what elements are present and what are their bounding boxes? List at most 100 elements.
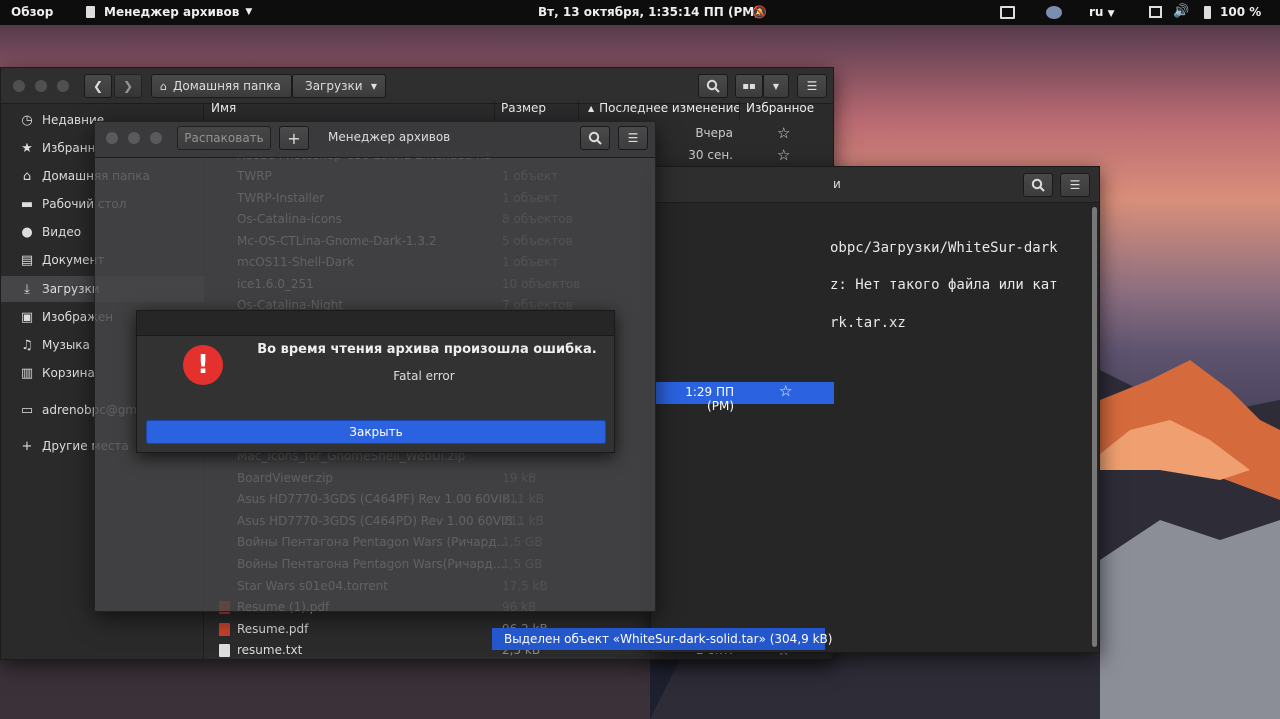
- home-icon: ⌂: [160, 79, 167, 93]
- terminal-headerbar: и ☰: [651, 167, 1099, 203]
- app-menu-label: Менеджер архивов: [104, 5, 240, 19]
- maximize-window-button[interactable]: [150, 132, 162, 144]
- music-icon: ♫: [21, 337, 33, 353]
- plus-icon: +: [287, 128, 301, 148]
- sidebar-item-label: Музыка: [42, 338, 90, 352]
- breadcrumb-home[interactable]: ⌂ Домашняя папка: [151, 74, 292, 98]
- drive-icon: ▭: [20, 402, 34, 418]
- file-name: resume.txt: [237, 643, 303, 658]
- star-icon[interactable]: ☆: [779, 382, 792, 400]
- terminal-menu-button[interactable]: ☰: [1060, 173, 1090, 197]
- chevron-left-icon: ❮: [92, 79, 104, 93]
- terminal-line: rk.tar.xz: [830, 315, 906, 331]
- activities-button[interactable]: Обзор: [11, 5, 53, 19]
- column-name[interactable]: Имя: [211, 101, 236, 123]
- hamburger-icon: ☰: [1069, 178, 1081, 192]
- chevron-right-icon: ❯: [122, 79, 134, 93]
- sidebar-item-label: Видео: [42, 225, 82, 239]
- column-divider: [494, 101, 495, 120]
- search-button[interactable]: [698, 74, 728, 98]
- minimize-window-button[interactable]: [128, 132, 140, 144]
- plus-icon: +: [21, 438, 33, 454]
- app-menu[interactable]: Менеджер архивов ▼: [86, 5, 252, 19]
- grid-icon: ▪▪: [742, 80, 756, 92]
- column-starred[interactable]: Избранное: [746, 101, 814, 123]
- column-divider: [739, 101, 740, 120]
- column-modified-label: Последнее изменение: [599, 101, 741, 115]
- terminal-scrollbar[interactable]: [1092, 207, 1097, 647]
- battery-icon[interactable]: [1204, 6, 1211, 19]
- battery-percent: 100 %: [1220, 5, 1262, 19]
- view-grid-button[interactable]: ▪▪: [735, 74, 763, 98]
- sidebar-item-label: Корзина: [42, 366, 95, 380]
- volume-icon[interactable]: 🔊: [1173, 4, 1189, 19]
- star-icon[interactable]: ☆: [777, 146, 790, 164]
- archive-headerbar: Распаковать + Менеджер архивов ☰: [95, 122, 655, 158]
- dialog-titlebar: [137, 311, 614, 336]
- image-icon: ▣: [20, 309, 34, 325]
- add-files-button[interactable]: +: [279, 126, 309, 150]
- hamburger-icon: ☰: [806, 79, 818, 93]
- extract-button[interactable]: Распаковать: [177, 126, 271, 150]
- network-icon[interactable]: [1149, 6, 1162, 18]
- text-file-icon: [219, 644, 230, 658]
- terminal-search-button[interactable]: [1023, 173, 1053, 197]
- column-divider: [578, 101, 579, 120]
- terminal-line: obpc/Загрузки/WhiteSur-dark: [830, 240, 1058, 256]
- forward-button[interactable]: ❯: [114, 74, 142, 98]
- sidebar-item-label: Загрузки: [42, 282, 100, 296]
- screenshot-icon[interactable]: [1000, 6, 1015, 19]
- download-icon: ⤓: [24, 281, 30, 297]
- home-icon: ⌂: [22, 168, 32, 184]
- view-options-button[interactable]: ▼: [763, 74, 789, 98]
- keyboard-layout-label: ru: [1089, 5, 1104, 19]
- minimize-window-button[interactable]: [35, 80, 47, 92]
- search-icon: [706, 79, 720, 93]
- column-size[interactable]: Размер: [501, 101, 546, 123]
- search-icon: [1031, 178, 1045, 192]
- desktop-icon: ▬: [20, 196, 34, 212]
- clock[interactable]: Вт, 13 октября, 1:35:14 ПП (PM): [538, 5, 760, 19]
- maximize-window-button[interactable]: [57, 80, 69, 92]
- sidebar-item-label: Избранн: [42, 141, 96, 155]
- notifications-off-icon: 🔕: [752, 5, 767, 19]
- breadcrumb-current-label: Загрузки: [305, 79, 363, 93]
- close-dialog-button[interactable]: Закрыть: [146, 420, 606, 444]
- pdf-file-icon: [219, 622, 230, 636]
- search-icon: [588, 131, 602, 145]
- dialog-message: Fatal error: [393, 369, 455, 383]
- top-panel: Обзор Менеджер архивов ▼ Вт, 13 октября,…: [0, 0, 1280, 25]
- chevron-down-icon: ▼: [1107, 9, 1115, 19]
- file-name: Resume.pdf: [237, 621, 309, 636]
- extract-button-label: Распаковать: [184, 131, 264, 145]
- column-modified[interactable]: ▲ Последнее изменение: [588, 101, 741, 123]
- archive-title: Менеджер архивов: [328, 130, 451, 144]
- close-window-button[interactable]: [13, 80, 25, 92]
- hamburger-icon: ☰: [627, 131, 639, 145]
- error-icon: !: [183, 345, 223, 385]
- document-icon: ▤: [20, 252, 34, 268]
- back-button[interactable]: ❮: [84, 74, 112, 98]
- clock-icon: ◷: [21, 112, 33, 128]
- breadcrumb-current[interactable]: Загрузки ▼: [292, 74, 386, 98]
- tray-app-icon[interactable]: [1046, 6, 1062, 19]
- chevron-down-icon: ▼: [370, 81, 377, 91]
- archive-search-button[interactable]: [580, 126, 610, 150]
- menu-button[interactable]: ☰: [797, 74, 827, 98]
- archive-menu-button[interactable]: ☰: [618, 126, 648, 150]
- video-icon: ●: [21, 224, 33, 240]
- archive-app-icon: [86, 6, 95, 18]
- star-icon: ★: [21, 140, 33, 156]
- files-headerbar: ❮ ❯ ⌂ Домашняя папка Загрузки ▼ ▪▪ ▼ ☰: [1, 68, 833, 104]
- selected-row-date: 1:29 ПП (PM): [685, 385, 734, 413]
- keyboard-layout[interactable]: ru ▼: [1089, 5, 1115, 19]
- error-dialog: ! Во время чтения архива произошла ошибк…: [136, 310, 615, 453]
- trash-icon: ▥: [20, 365, 34, 381]
- terminal-title: и: [833, 177, 841, 191]
- star-icon[interactable]: ☆: [777, 124, 790, 142]
- close-dialog-label: Закрыть: [349, 425, 403, 439]
- dialog-heading: Во время чтения архива произошла ошибка.: [257, 342, 597, 357]
- chevron-down-icon: ▼: [772, 81, 780, 91]
- chevron-down-icon: ▼: [245, 7, 253, 17]
- close-window-button[interactable]: [106, 132, 118, 144]
